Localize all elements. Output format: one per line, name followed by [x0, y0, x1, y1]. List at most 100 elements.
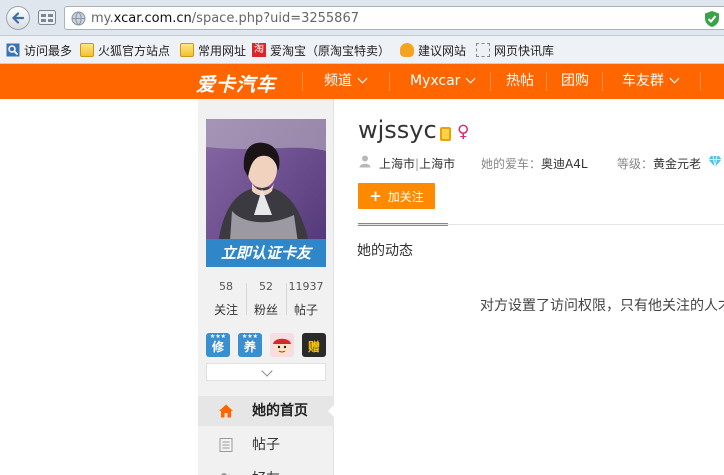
- plus-icon: +: [369, 187, 382, 205]
- expand-badges-button[interactable]: [206, 363, 326, 381]
- profile-stats: 58 关注 52 粉丝 11937 帖子: [206, 279, 326, 321]
- bookmark-most-visited[interactable]: 访问最多: [6, 42, 72, 58]
- browser-toolbar: my.xcar.com.cn/space.php?uid=3255867: [0, 0, 724, 36]
- nav-label: 频道: [324, 73, 352, 89]
- mascot-badge[interactable]: [270, 333, 294, 357]
- shield-icon[interactable]: [704, 10, 720, 28]
- back-button[interactable]: [6, 6, 30, 30]
- tab-groups-icon[interactable]: [38, 10, 56, 25]
- maintenance-badge[interactable]: ★★★ 养: [238, 333, 262, 357]
- bookmark-label: 常用网址: [198, 43, 247, 58]
- repair-badge[interactable]: ★★★ 修: [206, 333, 230, 357]
- bookmark-label: 建议网站: [418, 43, 467, 58]
- nav-hot-posts[interactable]: 热帖: [506, 64, 534, 99]
- stars-icon: ★★★: [209, 333, 227, 340]
- location: 上海市|上海市: [379, 155, 455, 172]
- sidebar-item-label: 好友: [252, 464, 280, 475]
- nav-group-buy[interactable]: 团购: [561, 64, 589, 99]
- badge-glyph: 赠: [307, 340, 320, 354]
- nav-label: 车友群: [622, 73, 664, 89]
- url-input[interactable]: my.xcar.com.cn/space.php?uid=3255867: [64, 6, 724, 30]
- stat-posts[interactable]: 11937 帖子: [286, 279, 326, 318]
- bookmark-firefox-official[interactable]: 火狐官方站点: [80, 42, 170, 58]
- webslice-icon: [476, 43, 490, 57]
- page: my.xcar.com.cn/space.php?uid=3255867 访问最…: [0, 0, 724, 475]
- friends-icon: [221, 473, 231, 475]
- access-restricted-notice: 对方设置了访问权限，只有他关注的人才能访问: [480, 298, 724, 314]
- follow-button[interactable]: + 加关注: [358, 183, 435, 209]
- chevron-down-icon: [669, 73, 680, 84]
- folder-icon: [80, 43, 94, 57]
- nav-label: Myxcar: [410, 73, 461, 89]
- nav-divider: [302, 72, 303, 91]
- stat-followers[interactable]: 52 粉丝: [246, 279, 286, 318]
- tab-divider: [358, 224, 724, 225]
- car-label: 她的爱车：: [481, 157, 542, 171]
- bookmark-label: 网页快讯库: [494, 43, 555, 58]
- nav-divider: [546, 72, 547, 91]
- nav-label: 团购: [561, 73, 589, 89]
- bookmark-label: 访问最多: [24, 43, 73, 58]
- nav-myxcar[interactable]: Myxcar: [410, 64, 476, 99]
- active-pointer: [328, 404, 335, 418]
- gift-badge[interactable]: 赠: [302, 333, 326, 357]
- url-path: /space.php?uid=3255867: [191, 11, 359, 26]
- car-info: 她的爱车：奥迪A4L: [481, 155, 588, 172]
- mobile-verified-icon: [440, 127, 451, 141]
- level-value: 黄金元老: [653, 157, 702, 171]
- globe-icon: [71, 11, 86, 26]
- stat-label: 帖子: [293, 303, 318, 317]
- sidebar-item-label: 帖子: [252, 437, 280, 453]
- level-label: 等级：: [617, 157, 654, 171]
- tab-her-activity[interactable]: 她的动态: [357, 240, 413, 260]
- nav-channels[interactable]: 频道: [324, 64, 368, 99]
- badge-glyph: 养: [243, 340, 256, 354]
- bookmark-web-slices[interactable]: 网页快讯库: [476, 42, 554, 58]
- nav-car-groups[interactable]: 车友群: [622, 64, 680, 99]
- stat-value: 52: [259, 280, 273, 293]
- mascot-icon: [273, 338, 291, 355]
- folder-icon: [180, 43, 194, 57]
- sidebar-item-friends[interactable]: 好友: [198, 464, 334, 475]
- diamond-icon: [708, 155, 722, 168]
- nav-divider: [490, 72, 491, 91]
- nav-divider: [602, 72, 603, 91]
- url-prefix: my.: [91, 11, 114, 26]
- chevron-down-icon: [465, 73, 476, 84]
- person-icon: [359, 155, 371, 168]
- site-logo[interactable]: 爱卡汽车: [196, 70, 276, 97]
- profile-sidebar: 立即认证卡友 58 关注 52 粉丝 11937 帖子 ★★★ 修 ★★★ 养 …: [198, 99, 335, 475]
- url-text: my.xcar.com.cn/space.php?uid=3255867: [91, 11, 359, 26]
- stat-following[interactable]: 58 关注: [206, 279, 246, 318]
- username: wjssyc: [358, 116, 437, 144]
- url-domain: xcar.com.cn: [113, 11, 192, 26]
- badge-glyph: 修: [211, 340, 224, 354]
- list-icon: [219, 438, 233, 452]
- bookmark-common-sites[interactable]: 常用网址: [180, 42, 246, 58]
- location-city[interactable]: 上海市: [379, 157, 415, 171]
- stat-label: 粉丝: [253, 303, 278, 317]
- stat-label: 关注: [213, 303, 238, 317]
- certify-banner-button[interactable]: 立即认证卡友: [206, 239, 326, 267]
- sidebar-item-label: 她的首页: [252, 403, 308, 419]
- stars-icon: ★★★: [241, 333, 259, 340]
- car-value[interactable]: 奥迪A4L: [541, 157, 588, 171]
- sidebar-item-posts[interactable]: 帖子: [198, 430, 334, 460]
- bookmark-label: 火狐官方站点: [98, 43, 171, 58]
- nav-divider: [389, 72, 390, 91]
- avatar[interactable]: 立即认证卡友: [206, 119, 326, 267]
- location-district[interactable]: 上海市: [419, 157, 455, 171]
- taobao-icon: 淘: [252, 43, 266, 57]
- sidebar-item-home[interactable]: 她的首页: [198, 396, 335, 426]
- bookmarks-bar: 访问最多 火狐官方站点 常用网址 淘 爱淘宝（原淘宝特卖） 建议网站 网页快讯库: [0, 36, 724, 64]
- nav-label: 热帖: [506, 73, 534, 89]
- bookmark-ai-taobao[interactable]: 淘 爱淘宝（原淘宝特卖）: [252, 42, 390, 58]
- female-icon: ♀: [457, 122, 470, 142]
- follow-label: 加关注: [387, 190, 424, 204]
- badge-row: ★★★ 修 ★★★ 养 赠: [206, 333, 326, 357]
- lightbulb-icon: [400, 43, 414, 57]
- stat-value: 58: [219, 280, 233, 293]
- bookmark-suggested-sites[interactable]: 建议网站: [400, 42, 466, 58]
- magnifier-icon: [6, 43, 20, 57]
- back-arrow-icon: [11, 12, 25, 24]
